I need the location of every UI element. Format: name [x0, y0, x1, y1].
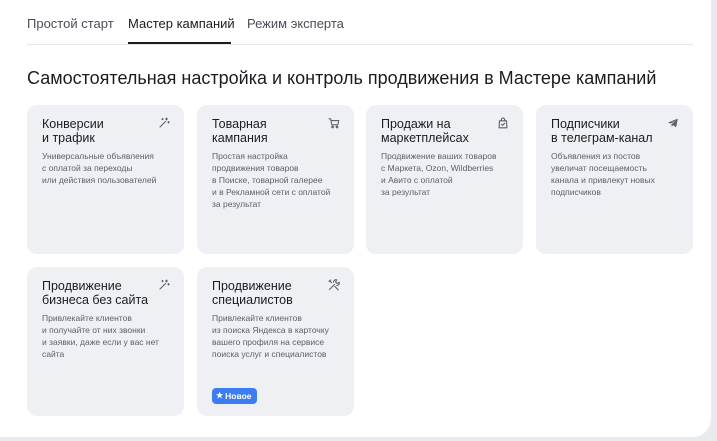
card-title: Продажи на маркетплейсах	[381, 117, 469, 145]
card-description: Привлекайте клиентов и получайте от них …	[42, 313, 159, 359]
card-product-campaign[interactable]: Товарная кампания Простая настройка прод…	[197, 105, 354, 254]
card-description: Простая настройка продвижения товаров в …	[212, 151, 331, 209]
mode-tabs: Простой старт Мастер кампаний Режим эксп…	[27, 0, 693, 45]
card-title: Конверсии и трафик	[42, 117, 104, 145]
shopping-cart-icon	[328, 117, 340, 129]
tab-simple-start[interactable]: Простой старт	[27, 16, 114, 32]
card-marketplace-sales[interactable]: Продажи на маркетплейсах Продвижение ваш…	[366, 105, 523, 254]
tab-campaign-wizard[interactable]: Мастер кампаний	[128, 16, 235, 32]
new-badge: ★ Новое	[212, 388, 257, 404]
card-business-without-site[interactable]: Продвижение бизнеса без сайта Привлекайт…	[27, 267, 184, 416]
card-title: Подписчики в телеграм-канал	[551, 117, 653, 145]
card-specialists-promotion[interactable]: Продвижение специалистов Привлекайте кли…	[197, 267, 354, 416]
card-conversions-traffic[interactable]: Конверсии и трафик Универсальные объявле…	[27, 105, 184, 254]
page-title: Самостоятельная настройка и контроль про…	[27, 68, 657, 88]
card-title: Продвижение специалистов	[212, 279, 293, 307]
card-title: Продвижение бизнеса без сайта	[42, 279, 149, 307]
tab-expert-mode[interactable]: Режим эксперта	[247, 16, 344, 32]
active-tab-indicator	[128, 42, 231, 44]
badge-label: Новое	[225, 391, 252, 401]
card-description: Продвижение ваших товаров с Маркета, Ozo…	[381, 151, 497, 197]
star-icon: ★	[216, 391, 224, 400]
magic-wand-icon	[158, 279, 170, 291]
campaign-wizard-panel: Простой старт Мастер кампаний Режим эксп…	[0, 0, 711, 437]
magic-wand-icon	[158, 117, 170, 129]
telegram-plane-icon	[667, 117, 679, 129]
card-title: Товарная кампания	[212, 117, 268, 145]
card-description: Универсальные объявления с оплатой за пе…	[42, 151, 157, 185]
tools-icon	[328, 279, 340, 291]
card-description: Объявления из постов увеличат посещаемос…	[551, 151, 655, 197]
shopping-bag-icon	[497, 117, 509, 129]
card-telegram-subscribers[interactable]: Подписчики в телеграм-канал Объявления и…	[536, 105, 693, 254]
card-description: Привлекайте клиентов из поиска Яндекса в…	[212, 313, 329, 359]
